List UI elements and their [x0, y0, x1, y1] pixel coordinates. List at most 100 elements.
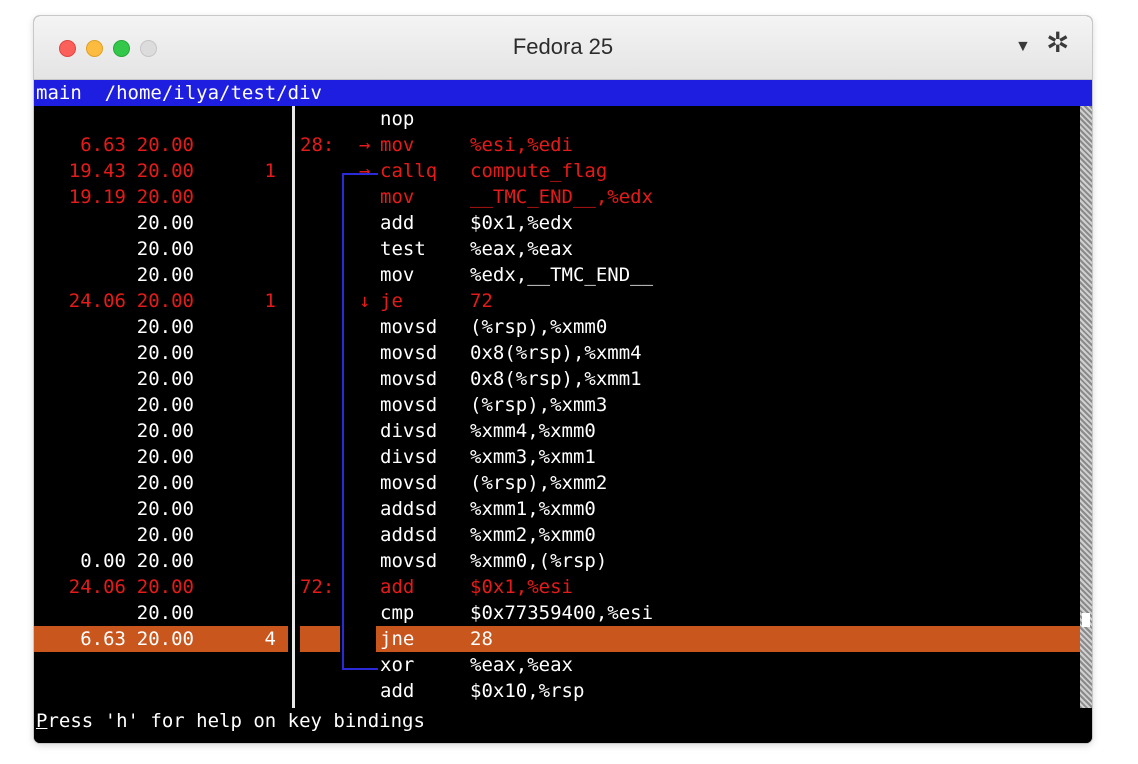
- count-cell: 1: [264, 160, 276, 182]
- instruction-row[interactable]: add $0x10,%rsp: [34, 678, 1080, 704]
- percent-cell: [34, 444, 126, 470]
- count-cell: 1: [264, 290, 276, 312]
- instruction-row[interactable]: 20.00 movsd 0x8(%rsp),%xmm4: [34, 340, 1080, 366]
- period-cell: 20.00: [136, 628, 194, 650]
- period-cell: 20.00: [136, 472, 194, 494]
- instruction-row[interactable]: 6.63 20.00 28: → mov %esi,%edi: [34, 132, 1080, 158]
- count-cell: [194, 600, 276, 626]
- count-cell: [194, 470, 276, 496]
- percent-cell: [34, 210, 126, 236]
- operand-cell: __TMC_END__,%edx: [470, 186, 654, 208]
- operand-cell: (%rsp),%xmm0: [470, 316, 608, 338]
- period-cell: 20.00: [136, 498, 194, 520]
- jump-line-vertical: [342, 173, 344, 669]
- percent-cell: 24.06: [68, 290, 126, 312]
- instruction-row[interactable]: nop: [34, 106, 1080, 132]
- mnemonic-cell: movsd: [380, 368, 438, 390]
- percent-cell: [34, 106, 126, 132]
- count-cell: [194, 548, 276, 574]
- operand-cell: %xmm3,%xmm1: [470, 446, 596, 468]
- mnemonic-cell: movsd: [380, 472, 438, 494]
- period-cell: 20.00: [136, 316, 194, 338]
- operand-cell: %xmm2,%xmm0: [470, 524, 596, 546]
- dropdown-triangle-icon[interactable]: ▼: [1015, 38, 1031, 56]
- instruction-row[interactable]: 20.00 divsd %xmm3,%xmm1: [34, 444, 1080, 470]
- instruction-row[interactable]: 20.00 mov %edx,__TMC_END__: [34, 262, 1080, 288]
- operand-cell: 72: [470, 290, 493, 312]
- mnemonic-cell: test: [380, 238, 426, 260]
- instruction-row[interactable]: 19.43 20.00 1 → callq compute_flag: [34, 158, 1080, 184]
- percent-cell: [34, 652, 126, 678]
- percent-cell: [34, 262, 126, 288]
- mnemonic-cell: jne: [380, 628, 415, 650]
- instruction-row[interactable]: 20.00 movsd (%rsp),%xmm3: [34, 392, 1080, 418]
- percent-cell: 24.06: [68, 576, 126, 598]
- mnemonic-cell: add: [380, 576, 415, 598]
- mnemonic-cell: add: [380, 680, 415, 702]
- instruction-row[interactable]: 20.00 movsd 0x8(%rsp),%xmm1: [34, 366, 1080, 392]
- percent-cell: 19.43: [68, 160, 126, 182]
- title-bar: Fedora 25 ▼ ✲: [34, 16, 1092, 80]
- mnemonic-cell: divsd: [380, 446, 438, 468]
- percent-cell: [34, 236, 126, 262]
- instruction-row[interactable]: 20.00 divsd %xmm4,%xmm0: [34, 418, 1080, 444]
- count-cell: [194, 496, 276, 522]
- percent-cell: [34, 470, 126, 496]
- jump-arrow-icon: ↓: [359, 290, 371, 312]
- period-cell: 20.00: [136, 368, 194, 390]
- mnemonic-cell: movsd: [380, 342, 438, 364]
- percent-cell: 19.19: [68, 186, 126, 208]
- status-line: Press 'h' for help on key bindings: [34, 708, 1092, 734]
- count-cell: 4: [264, 628, 276, 650]
- count-cell: [194, 574, 276, 600]
- count-cell: [194, 314, 276, 340]
- instruction-row[interactable]: 24.06 20.00 72: add $0x1,%esi: [34, 574, 1080, 600]
- status-text: ress 'h' for help on key bindings: [47, 710, 425, 732]
- period-cell: [126, 652, 194, 678]
- instruction-row[interactable]: 20.00 cmp $0x77359400,%esi: [34, 600, 1080, 626]
- instruction-row[interactable]: 20.00 addsd %xmm1,%xmm0: [34, 496, 1080, 522]
- operand-cell: 28: [470, 628, 493, 650]
- operand-cell: $0x1,%esi: [470, 576, 573, 598]
- label-cell: 72:: [300, 576, 335, 598]
- operand-cell: (%rsp),%xmm3: [470, 394, 608, 416]
- mnemonic-cell: movsd: [380, 394, 438, 416]
- instruction-row[interactable]: 20.00 addsd %xmm2,%xmm0: [34, 522, 1080, 548]
- instruction-row[interactable]: 6.63 20.00 4 jne 28: [34, 626, 1080, 652]
- scrollbar-thumb[interactable]: [1082, 613, 1090, 627]
- jump-line-bottom: [342, 668, 378, 670]
- period-cell: 20.00: [136, 602, 194, 624]
- instruction-row[interactable]: 20.00 test %eax,%eax: [34, 236, 1080, 262]
- percent-cell: [34, 392, 126, 418]
- mnemonic-cell: addsd: [380, 524, 438, 546]
- count-cell: [194, 132, 276, 158]
- mnemonic-cell: xor: [380, 654, 415, 676]
- percent-cell: 6.63: [80, 134, 126, 156]
- period-cell: 20.00: [136, 238, 194, 260]
- instruction-row[interactable]: 20.00 movsd (%rsp),%xmm0: [34, 314, 1080, 340]
- count-cell: [194, 678, 276, 704]
- percent-cell: [34, 522, 126, 548]
- count-cell: [194, 262, 276, 288]
- period-cell: 20.00: [136, 134, 194, 156]
- instruction-row[interactable]: 20.00 add $0x1,%edx: [34, 210, 1080, 236]
- instruction-row[interactable]: xor %eax,%eax: [34, 652, 1080, 678]
- gear-icon[interactable]: ✲: [1046, 29, 1069, 57]
- perf-annotate-view[interactable]: main /home/ilya/test/div nop 6.63 20.00 28:…: [34, 80, 1092, 743]
- percent-cell: [34, 496, 126, 522]
- period-cell: 20.00: [136, 394, 194, 416]
- period-cell: 20.00: [136, 290, 194, 312]
- mnemonic-cell: cmp: [380, 602, 415, 624]
- instruction-row[interactable]: 19.19 20.00 mov __TMC_END__,%edx: [34, 184, 1080, 210]
- window-title: Fedora 25: [512, 34, 614, 59]
- instruction-row[interactable]: 0.00 20.00 movsd %xmm0,(%rsp): [34, 548, 1080, 574]
- mnemonic-cell: movsd: [380, 316, 438, 338]
- count-cell: [194, 210, 276, 236]
- percent-cell: [34, 314, 126, 340]
- percent-cell: [34, 600, 126, 626]
- period-cell: 20.00: [136, 342, 194, 364]
- instruction-row[interactable]: 20.00 movsd (%rsp),%xmm2: [34, 470, 1080, 496]
- mnemonic-cell: add: [380, 212, 415, 234]
- period-cell: 20.00: [136, 212, 194, 234]
- instruction-row[interactable]: 24.06 20.00 1 ↓ je 72: [34, 288, 1080, 314]
